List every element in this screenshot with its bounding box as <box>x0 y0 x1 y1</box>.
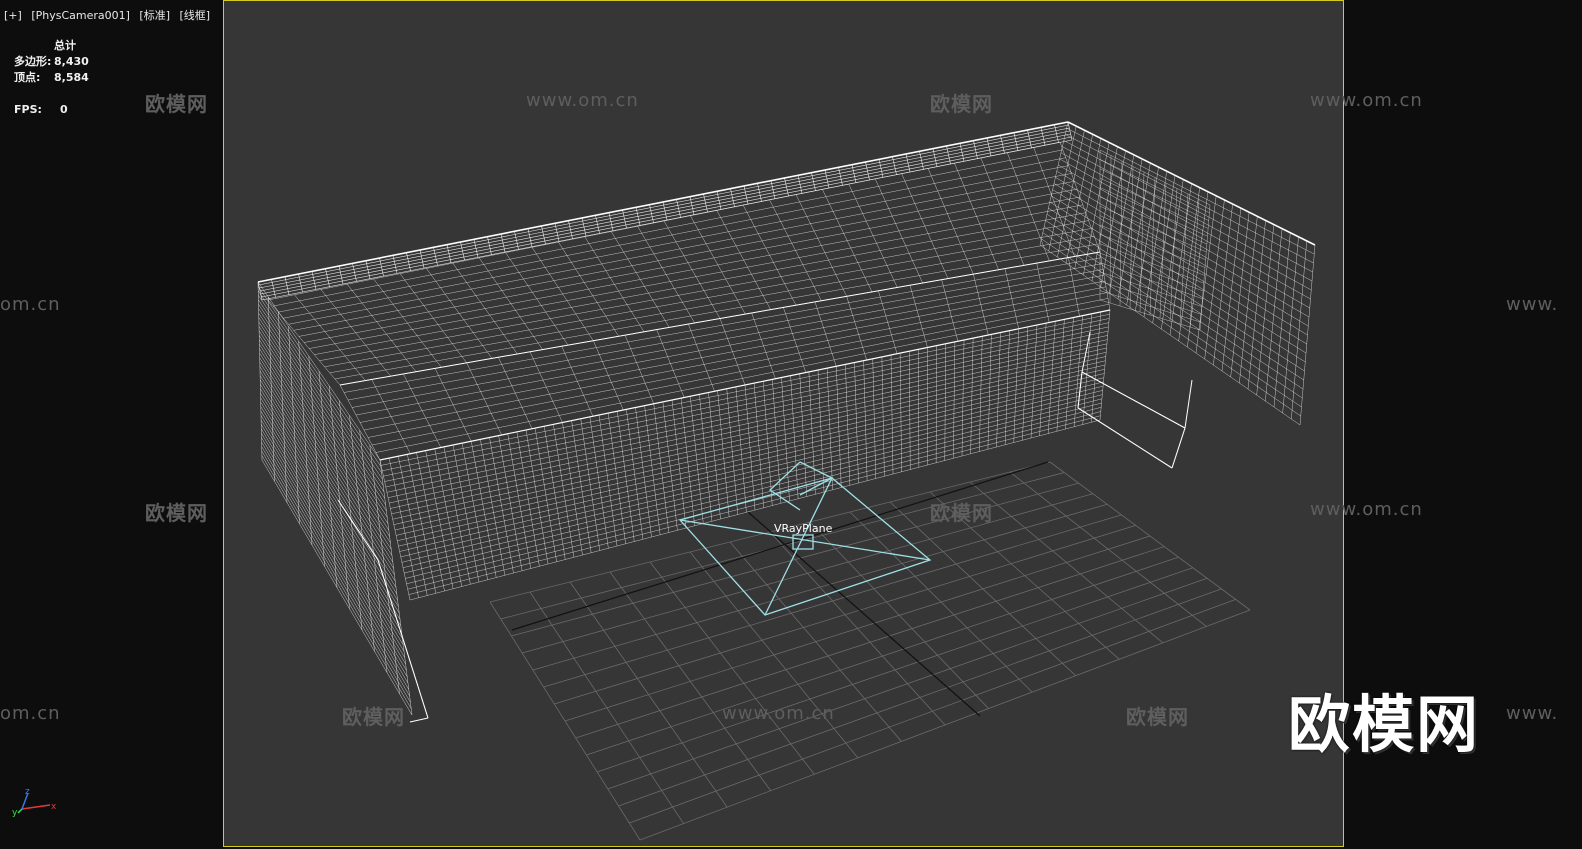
axis-x-label: x <box>51 802 57 812</box>
watermark-url-partial: www. <box>1506 703 1559 724</box>
axis-z-label: z <box>25 787 30 797</box>
watermark-logo: 欧模网 <box>342 705 405 729</box>
watermark-logo: 欧模网 <box>930 501 993 525</box>
draped-sofa-wireframe <box>257 121 1316 723</box>
watermark-logo: 欧模网 <box>1126 705 1189 729</box>
watermark-url: www.om.cn <box>722 703 835 724</box>
grid-axis-line-x <box>511 461 1049 631</box>
watermark-url-partial: om.cn <box>0 703 61 724</box>
vray-plane-label: VRayPlane <box>774 522 833 535</box>
watermark-url-partial: om.cn <box>0 294 61 315</box>
watermark-url-partial: www. <box>1506 294 1559 315</box>
watermark-logo: 欧模网 <box>145 92 208 116</box>
watermark-url: www.om.cn <box>1310 499 1423 520</box>
watermark-url: www.om.cn <box>1310 90 1423 111</box>
axis-y-label: y <box>12 808 18 818</box>
brand-logo-watermark: 欧模网 <box>1288 688 1481 761</box>
grid-axis-line-y <box>747 511 981 717</box>
watermark-logo: 欧模网 <box>145 501 208 525</box>
watermark-url: www.om.cn <box>526 90 639 111</box>
watermark-logo: 欧模网 <box>930 92 993 116</box>
axis-tripod-icon: x z y <box>12 787 57 818</box>
